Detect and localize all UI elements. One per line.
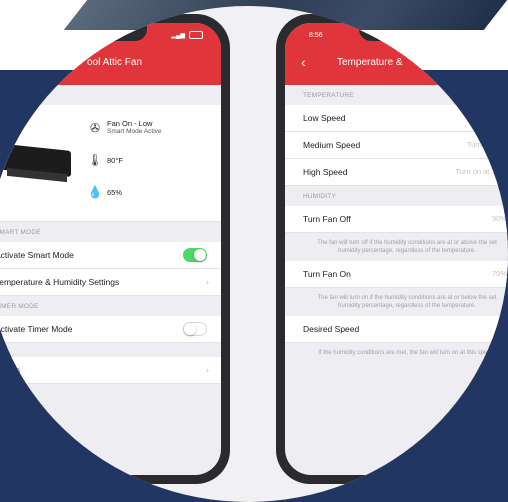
- section-header-status: ONDITIONS: [0, 92, 33, 99]
- phone-left: ▂▄▆ ool Attic Fan ONDITIONS ✇ Fan On - L…: [0, 14, 230, 484]
- signal-icon: ▂▄▆: [171, 33, 185, 39]
- battery-icon: [189, 31, 203, 39]
- phone-left-screen: ▂▄▆ ool Attic Fan ONDITIONS ✇ Fan On - L…: [0, 23, 221, 475]
- fan-on-value: 70%: [491, 269, 507, 278]
- smart-mode-label: Activate Smart Mode: [0, 250, 74, 260]
- medium-speed-value: Turn on at 8: [466, 140, 507, 149]
- desired-speed-note: If the humidity conditions are met, the …: [318, 350, 496, 356]
- fan-icon: ✇: [89, 121, 101, 135]
- smart-mode-row: Activate Smart Mode: [0, 242, 221, 269]
- humidity-value: 65%: [107, 188, 123, 197]
- circle-frame: ▂▄▆ ool Attic Fan ONDITIONS ✇ Fan On - L…: [0, 6, 508, 502]
- temp-humidity-label: Temperature & Humidity Settings: [0, 277, 120, 287]
- phone-notch: [359, 23, 455, 41]
- status-time: 8:56: [309, 32, 323, 39]
- high-speed-label: High Speed: [303, 167, 348, 177]
- toggle-knob: [194, 249, 206, 261]
- settings-label: ettings: [0, 365, 21, 375]
- fan-mode: Smart Mode Active: [107, 128, 162, 135]
- low-speed-row[interactable]: Low Speed Turn on: [285, 105, 508, 132]
- nav-bar: 8:56 ‹ Temperature &: [285, 23, 508, 85]
- thermometer-icon: 🌡: [87, 153, 103, 167]
- fan-on-label: Turn Fan On: [303, 269, 351, 279]
- phone-right-screen: 8:56 ‹ Temperature & TEMPERATURE Low Spe…: [285, 23, 508, 475]
- nav-title: ool Attic Fan: [87, 57, 143, 68]
- fan-off-note: The fan will turn off if the humidity co…: [317, 240, 497, 254]
- fan-on-row[interactable]: Turn Fan On 70% ›: [285, 261, 508, 288]
- toggle-knob: [184, 323, 196, 335]
- section-header-smart: SMART MODE: [0, 229, 41, 236]
- high-speed-row[interactable]: High Speed Turn on at 120°: [285, 159, 508, 186]
- humidity-icon: 💧: [87, 185, 103, 199]
- low-speed-value: Turn on: [481, 113, 507, 122]
- medium-speed-row[interactable]: Medium Speed Turn on at 8: [285, 132, 508, 159]
- back-chevron-icon[interactable]: ‹: [301, 54, 306, 70]
- desired-speed-label: Desired Speed: [303, 324, 360, 334]
- nav-title: Temperature &: [337, 57, 403, 68]
- fan-status: Fan On - Low: [107, 119, 153, 128]
- temperature-value: 80°F: [107, 156, 123, 165]
- fan-on-note: The fan will turn on if the humidity con…: [317, 295, 497, 309]
- nav-bar: ▂▄▆ ool Attic Fan: [0, 23, 221, 85]
- status-panel: ✇ Fan On - Low Smart Mode Active 🌡 80°F …: [0, 105, 221, 222]
- settings-row[interactable]: ettings ›: [0, 357, 221, 384]
- phone-notch: [51, 23, 147, 41]
- smart-mode-toggle[interactable]: [183, 248, 207, 262]
- section-header-temperature: TEMPERATURE: [303, 92, 354, 99]
- medium-speed-label: Medium Speed: [303, 140, 361, 150]
- fan-off-row[interactable]: Turn Fan Off 90% ›: [285, 206, 508, 233]
- desired-speed-row[interactable]: Desired Speed Lo: [285, 316, 508, 343]
- chevron-right-icon: ›: [206, 365, 209, 375]
- timer-mode-row: Activate Timer Mode: [0, 316, 221, 343]
- section-header-humidity: HUMIDITY: [303, 193, 337, 200]
- phone-right: 8:56 ‹ Temperature & TEMPERATURE Low Spe…: [276, 14, 508, 484]
- chevron-right-icon: ›: [206, 277, 209, 287]
- section-header-timer: TIMER MODE: [0, 303, 39, 310]
- timer-mode-label: Activate Timer Mode: [0, 324, 73, 334]
- high-speed-value: Turn on at 120°: [455, 167, 507, 176]
- fan-off-value: 90%: [491, 214, 507, 223]
- desired-speed-value: Lo: [498, 324, 507, 333]
- temp-humidity-settings-row[interactable]: Temperature & Humidity Settings ›: [0, 269, 221, 296]
- timer-mode-toggle[interactable]: [183, 322, 207, 336]
- fan-off-label: Turn Fan Off: [303, 214, 351, 224]
- low-speed-label: Low Speed: [303, 113, 346, 123]
